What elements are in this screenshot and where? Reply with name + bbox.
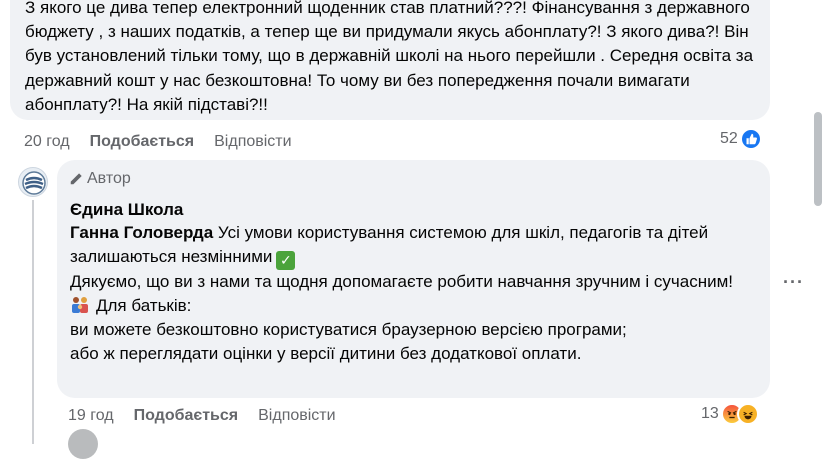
reaction-count: 13 bbox=[701, 405, 719, 422]
more-options-icon[interactable]: ··· bbox=[783, 272, 804, 293]
reply-line-2: Дякуємо, що ви з нами та щодня допомагає… bbox=[70, 271, 733, 291]
author-badge-label: Автор bbox=[87, 170, 131, 187]
reply-text: Ганна Головерда Усі умови користування с… bbox=[70, 221, 760, 367]
comment-text: З якого це дива тепер електронний щоденн… bbox=[25, 0, 754, 114]
avatar[interactable] bbox=[68, 429, 98, 459]
reaction-summary[interactable]: 52 bbox=[720, 128, 762, 150]
reply-line-4: ви можете безкоштовно користуватися брау… bbox=[70, 320, 627, 340]
like-icon bbox=[739, 128, 762, 150]
mention-link[interactable]: Ганна Головерда bbox=[70, 223, 213, 242]
reaction-count: 52 bbox=[720, 130, 738, 147]
reply-line-3-text: Для батьків: bbox=[96, 296, 192, 315]
family-emoji-icon bbox=[70, 296, 90, 314]
reply-line-1: Ганна Головерда Усі умови користування с… bbox=[70, 221, 760, 270]
author-badge: Автор bbox=[69, 170, 131, 188]
like-button[interactable]: Подобається bbox=[90, 133, 195, 151]
pencil-icon bbox=[70, 173, 82, 185]
reply-button[interactable]: Відповісти bbox=[258, 407, 335, 425]
scroll-thumb[interactable] bbox=[814, 112, 822, 206]
thread-line bbox=[32, 200, 34, 444]
comment-timestamp[interactable]: 20 год bbox=[24, 133, 70, 151]
check-mark-icon: ✓ bbox=[276, 250, 296, 270]
reply-line-3: Для батьків: bbox=[70, 294, 760, 318]
reply-button[interactable]: Відповісти bbox=[214, 133, 291, 151]
reply-bubble: Автор Єдина Школа Ганна Головерда Усі ум… bbox=[57, 160, 770, 398]
page-name[interactable]: Єдина Школа bbox=[70, 200, 183, 220]
like-button[interactable]: Подобається bbox=[134, 407, 239, 425]
reply-timestamp[interactable]: 19 год bbox=[68, 407, 114, 425]
comment-bubble: З якого це дива тепер електронний щоденн… bbox=[10, 0, 770, 120]
reply-line-5: або ж переглядати оцінки у версії дитини… bbox=[70, 344, 582, 364]
comment-actions: 20 год Подобається Відповісти bbox=[24, 132, 312, 152]
page-avatar[interactable] bbox=[18, 167, 48, 197]
next-comment-preview bbox=[68, 429, 108, 459]
reaction-summary[interactable]: 13 bbox=[701, 403, 759, 425]
scrollbar[interactable] bbox=[807, 0, 825, 444]
haha-icon bbox=[736, 403, 759, 425]
reply-actions: 19 год Подобається Відповісти bbox=[68, 406, 356, 426]
